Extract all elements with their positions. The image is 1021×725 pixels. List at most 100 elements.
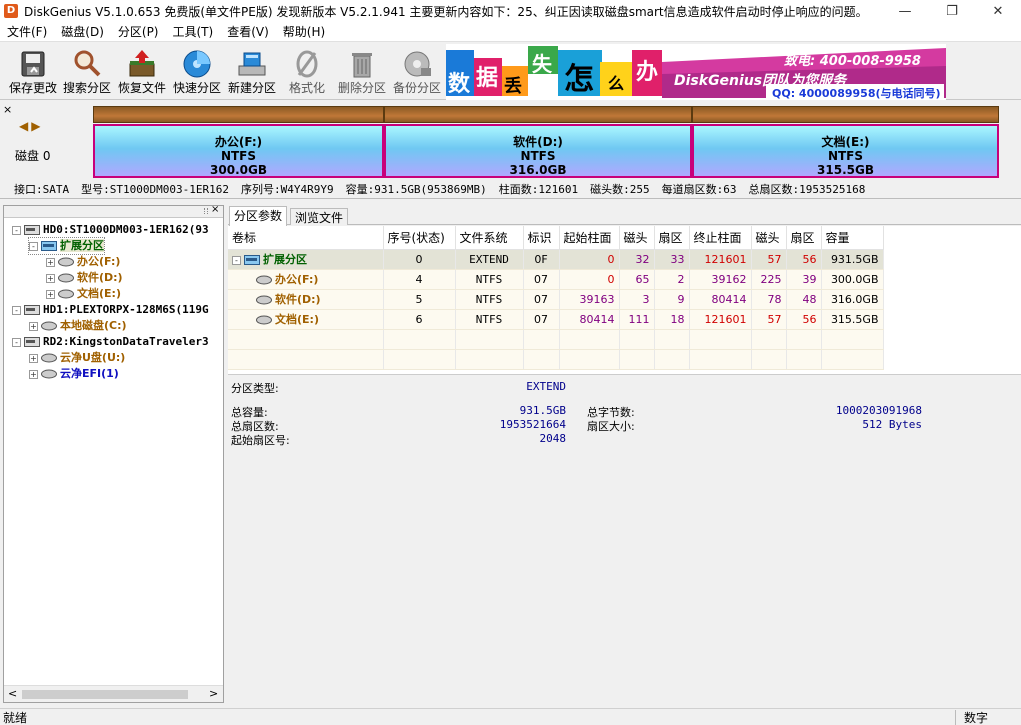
recover-files-label: 恢复文件 [117, 81, 166, 95]
col-header-end-head[interactable]: 磁头 [751, 226, 787, 250]
cell-end-head: 57 [751, 249, 787, 270]
tree-node-label: HD1:PLEXTORPX-128M6S(119G [43, 303, 209, 316]
tree-node-usb-u[interactable]: + 云净U盘(U:) [29, 350, 125, 366]
col-header-filesystem[interactable]: 文件系统 [455, 226, 524, 250]
cell-index: 0 [383, 249, 456, 270]
tree-node-rd2[interactable]: - RD2:KingstonDataTraveler3 [12, 334, 209, 350]
expand-icon[interactable]: + [29, 353, 38, 363]
horizontal-scrollbar[interactable]: < > [4, 685, 223, 702]
tab-partition-params[interactable]: 分区参数 [229, 206, 288, 226]
chevron-left-icon[interactable]: ◀ [19, 119, 31, 133]
collapse-icon[interactable]: - [232, 255, 241, 265]
partition-drive-icon [58, 273, 74, 283]
close-icon[interactable]: × [3, 103, 12, 116]
col-header-end-cylinder[interactable]: 终止柱面 [689, 226, 752, 250]
cell-capacity: 931.5GB [821, 249, 884, 270]
scroll-right-icon[interactable]: > [209, 687, 218, 700]
tree-node-label: RD2:KingstonDataTraveler3 [43, 335, 209, 348]
menu-help[interactable]: 帮助(H) [276, 22, 332, 42]
menu-tools[interactable]: 工具(T) [166, 22, 221, 42]
maximize-button[interactable]: ❐ [929, 0, 975, 22]
table-row[interactable]: 办公(F:) 4 NTFS 07 0 65 2 39162 225 39 300… [228, 269, 884, 290]
tree-node-office[interactable]: + 办公(F:) [46, 254, 120, 270]
col-header-index[interactable]: 序号(状态) [383, 226, 456, 250]
format-icon [296, 50, 318, 78]
recover-files-button[interactable]: 恢复文件 [117, 46, 167, 98]
col-header-start-cylinder[interactable]: 起始柱面 [559, 226, 620, 250]
cell-start-head: 32 [619, 249, 655, 270]
cell-end-sector: 48 [786, 289, 822, 310]
disk-info-line: 接口:SATA 型号:ST1000DM003-1ER162 序列号:W4Y4R9Y9… [0, 181, 1021, 199]
menu-view[interactable]: 查看(V) [220, 22, 276, 42]
scroll-left-icon[interactable]: < [8, 687, 17, 700]
status-bar: 就绪 数字 [0, 708, 1021, 725]
close-icon[interactable]: × [211, 204, 219, 215]
tree-node-hd0[interactable]: - HD0:ST1000DM003-1ER162(93 [12, 222, 209, 238]
menu-disk[interactable]: 磁盘(D) [54, 22, 111, 42]
partition-block-software[interactable]: 软件(D:) NTFS 316.0GB [384, 106, 692, 178]
tree-node-efi[interactable]: + 云净EFI(1) [29, 366, 119, 382]
save-changes-button[interactable]: 保存更改 [8, 46, 58, 98]
partition-name: 扩展分区 [263, 253, 307, 266]
col-header-capacity[interactable]: 容量 [821, 226, 884, 250]
cell-id: 0F [523, 249, 560, 270]
collapse-icon[interactable]: - [12, 337, 21, 347]
expand-icon[interactable]: + [46, 257, 55, 267]
search-partition-icon [74, 50, 101, 77]
toolbar: 保存更改 搜索分区 恢复文件 快速分区 新建分区 格式化 删除分区 备份分区 数… [0, 42, 1021, 100]
col-header-end-sector[interactable]: 扇区 [786, 226, 822, 250]
menu-partition[interactable]: 分区(P) [111, 22, 166, 42]
tree-node-documents[interactable]: + 文档(E:) [46, 286, 121, 302]
minimize-button[interactable]: — [882, 0, 928, 22]
tree-node-software[interactable]: + 软件(D:) [46, 270, 123, 286]
table-row[interactable]: 软件(D:) 5 NTFS 07 39163 3 9 80414 78 48 3… [228, 289, 884, 310]
extended-partition-icon [244, 255, 260, 265]
expand-icon[interactable]: + [46, 289, 55, 299]
panel-grip[interactable] [204, 208, 208, 214]
tab-browse-files[interactable]: 浏览文件 [290, 208, 349, 225]
backup-partition-button[interactable]: 备份分区 [392, 46, 442, 98]
cell-end-sector: 39 [786, 269, 822, 290]
tree-node-local-c[interactable]: + 本地磁盘(C:) [29, 318, 127, 334]
partition-block-documents[interactable]: 文档(E:) NTFS 315.5GB [692, 106, 999, 178]
col-header-label[interactable]: 卷标 [228, 226, 384, 250]
delete-partition-button[interactable]: 删除分区 [337, 46, 387, 98]
menu-file[interactable]: 文件(F) [0, 22, 54, 42]
new-partition-button[interactable]: 新建分区 [227, 46, 277, 98]
table-row[interactable]: 文档(E:) 6 NTFS 07 80414 111 18 121601 57 … [228, 309, 884, 330]
quick-partition-button[interactable]: 快速分区 [172, 46, 222, 98]
col-header-start-head[interactable]: 磁头 [619, 226, 655, 250]
expand-icon[interactable]: + [46, 273, 55, 283]
expand-icon[interactable]: + [29, 369, 38, 379]
close-button[interactable]: ✕ [975, 0, 1021, 22]
numlock-indicator: 数字 [955, 710, 988, 725]
banner-tile-2: 据 [476, 66, 499, 91]
collapse-icon[interactable]: - [12, 305, 21, 315]
tree-node-hd1[interactable]: - HD1:PLEXTORPX-128M6S(119G [12, 302, 209, 318]
collapse-icon[interactable]: - [29, 241, 38, 251]
tree-node-extended[interactable]: - 扩展分区 [28, 237, 105, 255]
cell-end-head: 57 [751, 309, 787, 330]
banner-phone: 致电: 400-008-9958 [784, 54, 921, 69]
backup-partition-icon [404, 51, 431, 77]
delete-partition-icon [352, 53, 372, 78]
ad-banner[interactable]: 数 据 丢 失 怎 么 办 DiskGenius团队为您服务 致电: 400-0… [446, 44, 946, 100]
partition-drive-icon [256, 315, 272, 325]
expand-icon[interactable]: + [29, 321, 38, 331]
tab-bar: 分区参数 浏览文件 [228, 205, 1021, 226]
partition-name: 办公(F:) [275, 273, 319, 286]
partition-block-size: 315.5GB [817, 163, 874, 177]
col-header-id[interactable]: 标识 [523, 226, 560, 250]
cell-end-head: 78 [751, 289, 787, 310]
partition-block-office[interactable]: 办公(F:) NTFS 300.0GB [93, 106, 384, 178]
search-partition-button[interactable]: 搜索分区 [62, 46, 112, 98]
table-row[interactable]: - 扩展分区 0 EXTEND 0F 0 32 33 121601 57 56 9… [228, 249, 884, 270]
disk-nav-arrows[interactable]: ◀▶ [19, 119, 43, 133]
col-header-start-sector[interactable]: 扇区 [654, 226, 690, 250]
collapse-icon[interactable]: - [12, 225, 21, 235]
format-button[interactable]: 格式化 [282, 46, 332, 98]
chevron-right-icon[interactable]: ▶ [31, 119, 43, 133]
cell-id: 07 [523, 309, 560, 330]
table-header-row: 卷标 序号(状态) 文件系统 标识 起始柱面 磁头 扇区 终止柱面 磁头 扇区 … [228, 226, 884, 250]
scroll-thumb[interactable] [22, 690, 188, 699]
